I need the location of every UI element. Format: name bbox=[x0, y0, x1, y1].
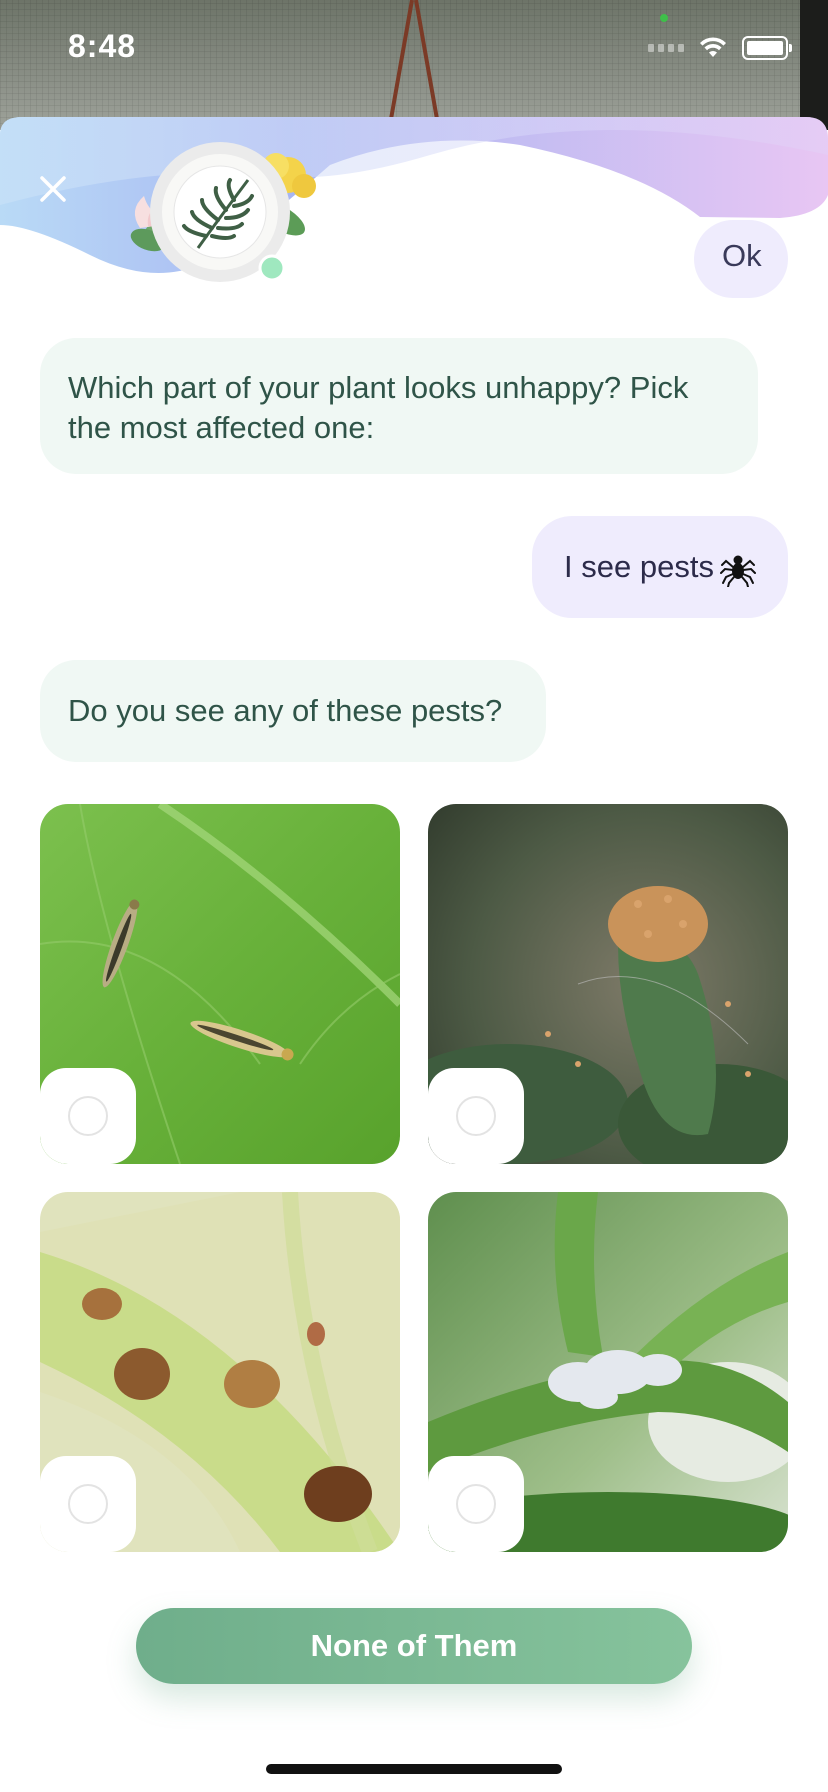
pest-option-mealybug[interactable] bbox=[428, 1192, 788, 1552]
user-message-pests: I see pests bbox=[532, 516, 788, 618]
close-button[interactable] bbox=[30, 166, 76, 212]
bot-message-pests-question: Do you see any of these pests? bbox=[40, 660, 546, 762]
assistant-avatar bbox=[118, 140, 338, 300]
select-scale-insects-radio[interactable] bbox=[40, 1456, 136, 1552]
status-icons bbox=[648, 36, 792, 60]
select-thrips-radio[interactable] bbox=[40, 1068, 136, 1164]
background-photo bbox=[0, 0, 828, 130]
none-of-them-button[interactable]: None of Them bbox=[136, 1608, 692, 1684]
select-spider-mites-radio[interactable] bbox=[428, 1068, 524, 1164]
bot-message-affected-part: Which part of your plant looks unhappy? … bbox=[40, 338, 758, 474]
status-time: 8:48 bbox=[68, 28, 137, 64]
wifi-icon bbox=[700, 37, 726, 57]
battery-icon bbox=[742, 36, 792, 60]
signal-icon bbox=[648, 44, 684, 52]
home-indicator bbox=[266, 1764, 562, 1774]
pest-option-scale-insects[interactable] bbox=[40, 1192, 400, 1552]
user-message-text: I see pests bbox=[564, 549, 714, 584]
pest-option-spider-mites[interactable] bbox=[428, 804, 788, 1164]
leaf-avatar-icon bbox=[130, 142, 316, 282]
pest-option-thrips[interactable] bbox=[40, 804, 400, 1164]
spider-icon bbox=[719, 555, 756, 587]
close-icon bbox=[40, 176, 66, 202]
select-mealybug-radio[interactable] bbox=[428, 1456, 524, 1552]
